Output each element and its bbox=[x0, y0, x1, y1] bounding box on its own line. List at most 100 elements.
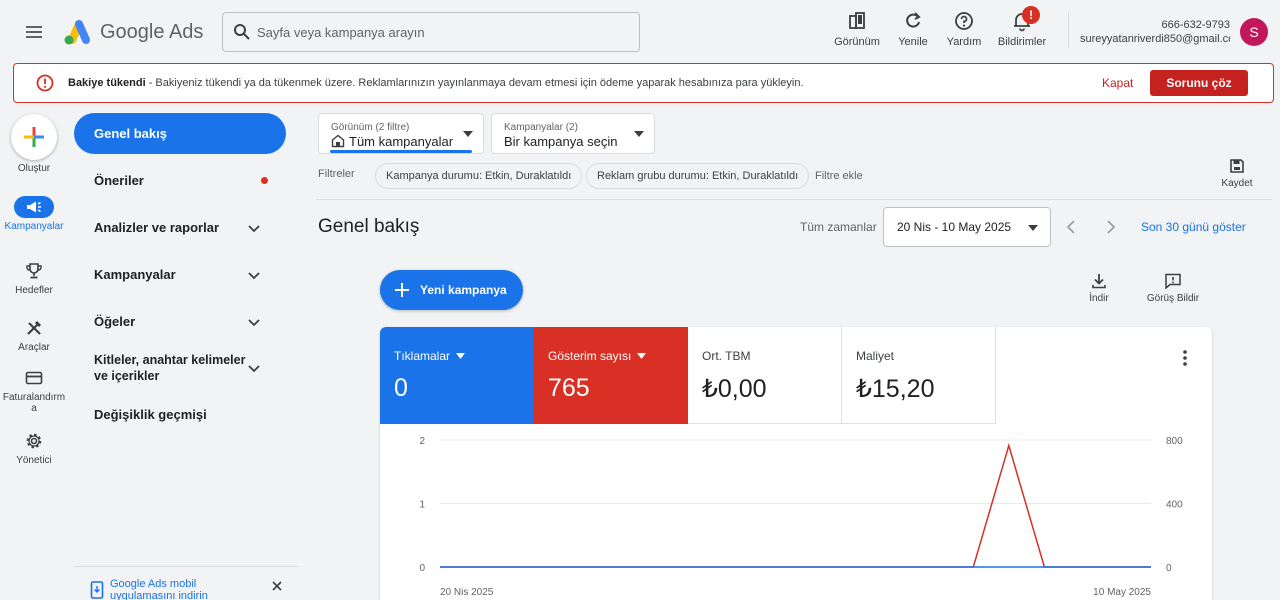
series-line bbox=[440, 442, 1151, 568]
performance-chart: 0 1 2 0 400 800 20 Nis 2025 10 May 2025 bbox=[419, 436, 1183, 598]
metric-name-text: Tıklamalar bbox=[394, 349, 451, 363]
range-label: Tüm zamanlar bbox=[800, 220, 877, 234]
mobile-app-promo[interactable]: Google Ads mobil uygulamasını indirin bbox=[74, 566, 298, 600]
feedback-label: Görüş Bildir bbox=[1146, 293, 1200, 304]
card-icon bbox=[14, 367, 54, 389]
nav-label: Genel bakış bbox=[94, 125, 167, 141]
metric-value: ₺15,20 bbox=[856, 375, 935, 403]
search-input[interactable] bbox=[257, 21, 627, 43]
y-left-tick-label: 2 bbox=[419, 436, 425, 447]
show-last-30-days-link[interactable]: Son 30 günü göster bbox=[1141, 220, 1246, 234]
nav-item-assets[interactable]: Öğeler bbox=[74, 301, 286, 342]
alert-title: Bakiye tükendi bbox=[68, 77, 146, 89]
next-period-button[interactable] bbox=[1104, 219, 1118, 235]
metric-tile-avg-cpc[interactable]: Ort. TBM ₺0,00 bbox=[688, 327, 842, 424]
nav-item-change-history[interactable]: Değişiklik geçmişi bbox=[74, 395, 286, 435]
add-filter-button[interactable]: Filtre ekle bbox=[815, 170, 863, 182]
rail-item-goals[interactable]: Hedefler bbox=[0, 260, 68, 296]
tools-icon bbox=[14, 317, 54, 339]
x-tick-label: 20 Nis 2025 bbox=[440, 587, 494, 598]
campaign-selector-caption: Kampanyalar (2) bbox=[504, 122, 578, 133]
filter-chip-adgroup-status[interactable]: Reklam grubu durumu: Etkin, Duraklatıldı bbox=[586, 163, 810, 189]
metric-tile-cost[interactable]: Maliyet ₺15,20 bbox=[842, 327, 996, 424]
view-selector-caption: Görünüm (2 filtre) bbox=[331, 122, 410, 133]
campaign-selector-value: Bir kampanya seçin bbox=[504, 134, 618, 149]
metric-value: 0 bbox=[394, 374, 408, 402]
caret-down-icon bbox=[456, 353, 466, 359]
rail-item-admin[interactable]: Yönetici bbox=[0, 430, 68, 466]
caret-down-icon bbox=[463, 131, 473, 137]
chevron-right-icon bbox=[1107, 220, 1116, 234]
page-title: Genel bakış bbox=[318, 216, 420, 237]
download-label: İndir bbox=[1089, 293, 1109, 304]
new-campaign-button[interactable]: Yeni kampanya bbox=[380, 270, 523, 310]
nav-item-insights-reports[interactable]: Analizler ve raporlar bbox=[74, 207, 286, 248]
nav-label: Değişiklik geçmişi bbox=[94, 407, 207, 422]
dismiss-alert-button[interactable]: Kapat bbox=[1102, 76, 1133, 90]
chevron-down-icon bbox=[248, 224, 260, 232]
more-options-icon[interactable] bbox=[1180, 349, 1190, 367]
caret-down-icon bbox=[637, 353, 647, 359]
performance-card: Tıklamalar 0 Gösterim sayısı 765 Ort. TB… bbox=[380, 327, 1212, 600]
fix-problem-button[interactable]: Sorunu çöz bbox=[1150, 70, 1248, 96]
plus-icon bbox=[395, 283, 409, 297]
promo-text[interactable]: Google Ads mobil uygulamasını indirin bbox=[110, 578, 260, 600]
create-button[interactable] bbox=[11, 114, 57, 160]
rail-item-tools[interactable]: Araçlar bbox=[0, 317, 68, 353]
account-email[interactable]: sureyyatanriverdi850@gmail.com bbox=[1080, 33, 1230, 45]
avatar[interactable]: S bbox=[1240, 18, 1268, 46]
top-bar: Google Ads Görünüm Yenile Yardım Bildiri… bbox=[0, 0, 1280, 60]
recommendation-dot bbox=[261, 177, 268, 184]
store-icon bbox=[331, 134, 345, 148]
appearance-button[interactable]: Görünüm bbox=[833, 8, 881, 52]
view-selector-underline bbox=[330, 150, 472, 153]
metric-name: Gösterim sayısı bbox=[548, 349, 647, 363]
create-label: Oluştur bbox=[17, 163, 51, 174]
nav-item-recommendations[interactable]: Öneriler bbox=[74, 160, 286, 201]
close-icon[interactable] bbox=[270, 579, 284, 593]
rail-label: Faturalandırma bbox=[2, 392, 66, 414]
search-icon bbox=[233, 23, 251, 41]
menu-icon[interactable] bbox=[22, 20, 46, 44]
caret-down-icon bbox=[1028, 225, 1038, 231]
save-button[interactable]: Kaydet bbox=[1218, 158, 1256, 189]
y-right-tick-label: 800 bbox=[1166, 436, 1183, 447]
search-box[interactable] bbox=[222, 12, 640, 52]
gear-icon bbox=[14, 430, 54, 452]
metric-name: Ort. TBM bbox=[702, 349, 751, 363]
filters-divider bbox=[316, 199, 1272, 200]
brand-name: Google Ads bbox=[100, 21, 204, 43]
refresh-button[interactable]: Yenile bbox=[893, 8, 933, 52]
previous-period-button[interactable] bbox=[1064, 219, 1078, 235]
rail-item-billing[interactable]: Faturalandırma bbox=[0, 367, 68, 414]
download-icon bbox=[1092, 274, 1106, 289]
campaign-selector[interactable]: Kampanyalar (2) Bir kampanya seçin bbox=[491, 113, 655, 154]
chevron-down-icon bbox=[248, 318, 260, 326]
help-button[interactable]: Yardım bbox=[944, 8, 984, 52]
view-selector[interactable]: Görünüm (2 filtre) Tüm kampanyalar bbox=[318, 113, 484, 154]
save-icon bbox=[1230, 159, 1244, 173]
nav-label: Analizler ve raporlar bbox=[94, 219, 219, 235]
rail-item-campaigns[interactable]: Kampanyalar bbox=[0, 196, 68, 232]
metric-tile-clicks[interactable]: Tıklamalar 0 bbox=[380, 327, 534, 424]
account-id[interactable]: 666-632-9793 bbox=[1080, 19, 1230, 31]
chevron-left-icon bbox=[1066, 220, 1075, 234]
rail-label: Yönetici bbox=[16, 455, 52, 466]
filter-chip-campaign-status[interactable]: Kampanya durumu: Etkin, Duraklatıldı bbox=[375, 163, 583, 189]
refresh-label: Yenile bbox=[898, 36, 928, 48]
view-selector-text: Tüm kampanyalar bbox=[349, 134, 454, 149]
appearance-icon bbox=[846, 10, 868, 32]
filters-label: Filtreler bbox=[318, 168, 355, 180]
metric-name: Maliyet bbox=[856, 349, 895, 363]
date-range-selector[interactable]: 20 Nis - 10 May 2025 bbox=[883, 207, 1051, 247]
metric-tile-impressions[interactable]: Gösterim sayısı 765 bbox=[534, 327, 688, 424]
rail-label: Araçlar bbox=[18, 342, 50, 353]
nav-item-overview[interactable]: Genel bakış bbox=[74, 113, 286, 154]
metric-value: ₺0,00 bbox=[702, 375, 767, 403]
chevron-down-icon bbox=[248, 365, 260, 373]
nav-item-campaigns[interactable]: Kampanyalar bbox=[74, 254, 286, 295]
google-ads-logo-icon[interactable] bbox=[62, 18, 92, 46]
download-button[interactable]: İndir bbox=[1082, 273, 1116, 304]
nav-item-audiences-keywords[interactable]: Kitleler, anahtar kelimeler ve içerikler bbox=[74, 348, 286, 388]
feedback-button[interactable]: Görüş Bildir bbox=[1143, 273, 1203, 304]
